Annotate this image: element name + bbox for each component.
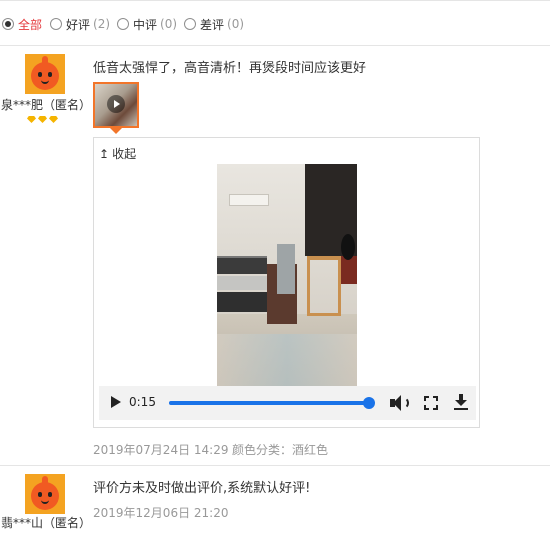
- review-date: 2019年12月06日 21:20: [93, 506, 229, 520]
- review-text: 评价方未及时做出评价,系统默认好评!: [93, 481, 311, 496]
- video-viewer: ↥ 收起 0:15: [93, 137, 480, 428]
- review-text: 低音太强悍了，高音清析！再煲段时间应该更好: [93, 61, 367, 76]
- radio-icon[interactable]: [2, 18, 14, 30]
- download-icon[interactable]: [454, 394, 468, 410]
- video-thumbnail[interactable]: [93, 82, 139, 128]
- filter-label: 全部: [18, 17, 43, 32]
- filter-label: 中评: [133, 17, 158, 32]
- diamond-icon: [49, 116, 58, 123]
- filter-count: (2): [93, 17, 111, 31]
- filter-count: (0): [160, 17, 178, 31]
- play-icon: [107, 95, 125, 113]
- filter-label: 好评: [66, 17, 91, 32]
- filter-count: (0): [227, 17, 245, 31]
- filter-positive[interactable]: 好评 (2): [50, 16, 110, 32]
- current-time: 0:15: [129, 395, 156, 409]
- collapse-button[interactable]: ↥ 收起: [99, 145, 136, 162]
- video-controls: 0:15: [99, 386, 476, 420]
- reviewer-name: 翡***山（匿名）: [1, 516, 92, 530]
- fullscreen-icon[interactable]: [424, 396, 438, 410]
- radio-icon[interactable]: [117, 18, 129, 30]
- review-filter-bar: 全部 好评 (2) 中评 (0) 差评 (0): [0, 0, 550, 46]
- caret-down-icon: [110, 128, 122, 134]
- play-button-icon[interactable]: [111, 396, 121, 408]
- reviewer-name: 泉***肥（匿名）: [1, 98, 92, 112]
- volume-icon[interactable]: [390, 394, 410, 412]
- radio-icon[interactable]: [50, 18, 62, 30]
- review-divider: [0, 465, 550, 466]
- seek-bar-fill: [169, 401, 369, 405]
- video-frame[interactable]: [217, 164, 357, 386]
- radio-icon[interactable]: [184, 18, 196, 30]
- filter-neutral[interactable]: 中评 (0): [117, 16, 177, 32]
- member-level-badge: [27, 116, 58, 123]
- arrow-up-icon: ↥: [99, 146, 110, 161]
- avatar: [25, 474, 65, 514]
- diamond-icon: [38, 116, 47, 123]
- product-attribute: 颜色分类：酒红色: [232, 443, 329, 457]
- filter-negative[interactable]: 差评 (0): [184, 16, 244, 32]
- filter-all[interactable]: 全部: [2, 16, 42, 32]
- filter-label: 差评: [200, 17, 225, 32]
- avatar: [25, 54, 65, 94]
- diamond-icon: [27, 116, 36, 123]
- seek-bar[interactable]: [169, 397, 375, 409]
- seek-handle[interactable]: [363, 397, 375, 409]
- collapse-label: 收起: [112, 147, 137, 161]
- review-date: 2019年07月24日 14:29: [93, 443, 229, 457]
